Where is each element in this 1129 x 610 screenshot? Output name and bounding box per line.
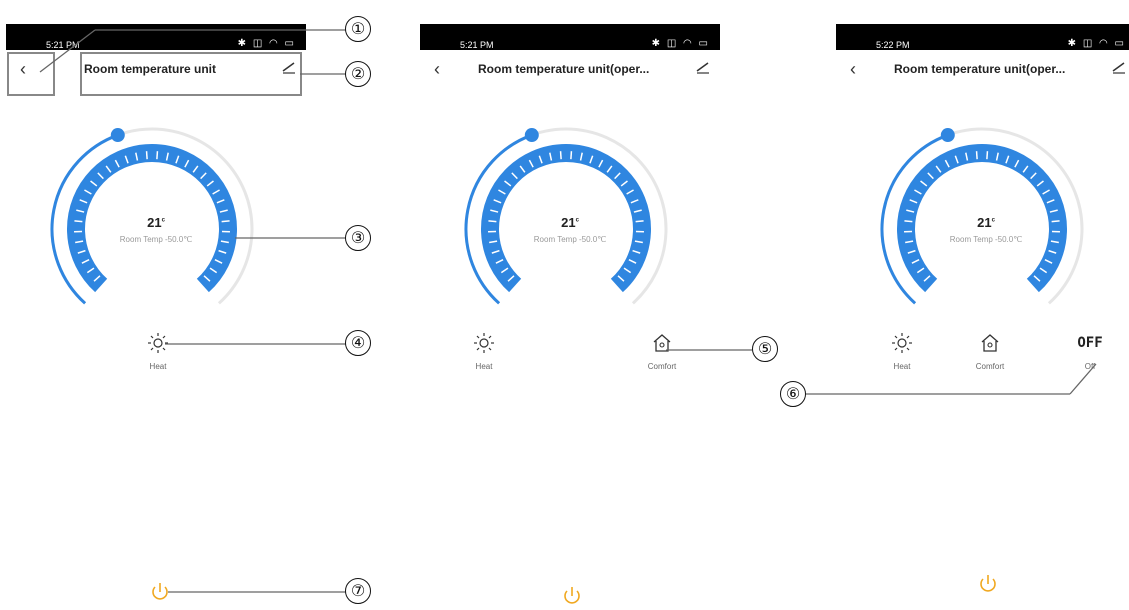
callout-number-3: ③ xyxy=(345,225,371,251)
callout-number-2: ② xyxy=(345,61,371,87)
callout-number-1: ① xyxy=(345,16,371,42)
callout-number-4: ④ xyxy=(345,330,371,356)
callout-number-5: ⑤ xyxy=(752,336,778,362)
callout-number-7: ⑦ xyxy=(345,578,371,604)
callout-number-6: ⑥ xyxy=(780,381,806,407)
callout-lines xyxy=(39,29,1097,593)
